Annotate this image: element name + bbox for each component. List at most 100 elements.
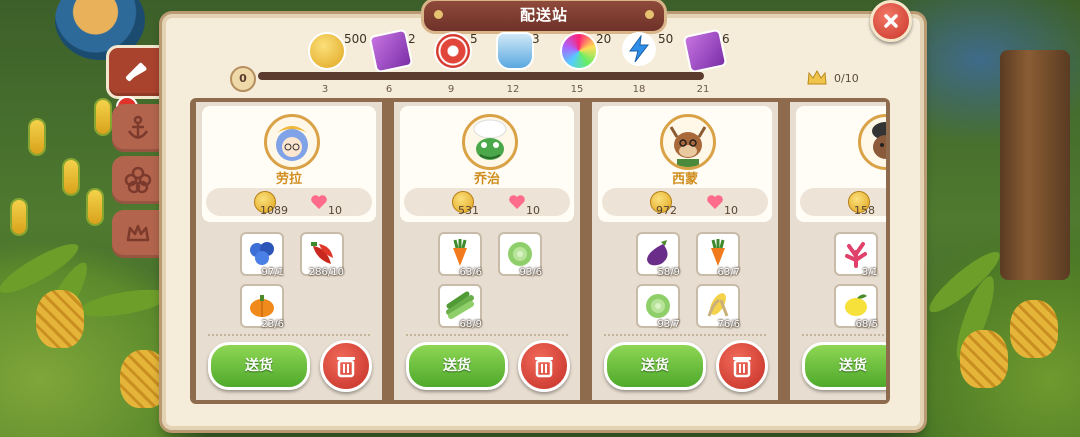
send-button[interactable]: 送货 <box>208 342 310 390</box>
order-item[interactable]: 63/7 <box>696 232 740 278</box>
machine-structure <box>1000 50 1070 280</box>
delete-button[interactable] <box>320 340 372 392</box>
reward-ticket[interactable]: 6 <box>682 28 730 74</box>
purple-ticket-icon <box>368 28 414 74</box>
reward-potion[interactable]: 3 <box>496 32 540 70</box>
customer-name: 乔治 <box>473 172 500 187</box>
customer-rewards: 531 10 <box>404 188 570 217</box>
customer-name: 劳拉 <box>275 172 302 187</box>
customer-list[interactable]: 劳拉 1089 10 97/1 286/10 23/6 送货 乔治 531 10… <box>190 98 886 404</box>
item-quantity: 93/7 <box>657 319 680 330</box>
tick-label: 6 <box>385 84 393 95</box>
customer-header: 劳拉 1089 10 <box>202 106 376 222</box>
crown-progress: 0/10 <box>806 70 859 86</box>
item-quantity: 58/9 <box>657 267 680 278</box>
item-quantity: 97/1 <box>261 267 284 278</box>
bok-choy-icon <box>446 291 474 319</box>
order-item[interactable]: 76/6 <box>696 284 740 330</box>
reward-chip[interactable]: 5 <box>434 32 478 70</box>
avatar <box>462 114 518 170</box>
progress-start-badge: 0 <box>230 66 256 92</box>
send-button[interactable]: 送货 <box>802 342 886 390</box>
order-item[interactable]: 23/6 <box>240 284 284 330</box>
trash-icon <box>535 357 553 378</box>
tab-delivery[interactable] <box>106 45 168 99</box>
corn-plant <box>64 160 78 194</box>
rainbow-orb-icon <box>560 32 598 70</box>
divider <box>208 334 370 336</box>
corn-plant <box>12 200 26 234</box>
crown-progress-text: 0/10 <box>834 71 859 85</box>
corn-plant <box>88 190 102 224</box>
reward-orb[interactable]: 20 <box>560 32 611 70</box>
avatar <box>264 114 320 170</box>
order-item[interactable]: 286/10 <box>300 232 344 278</box>
pumpkin-icon <box>250 295 274 317</box>
item-quantity: 23/6 <box>261 319 284 330</box>
reward-count: 50 <box>658 32 674 46</box>
lemon-icon <box>845 294 867 316</box>
item-quantity: 76/6 <box>717 319 740 330</box>
order-item[interactable]: 58/9 <box>636 232 680 278</box>
customer-card: 劳拉 1089 10 97/1 286/10 23/6 送货 <box>196 102 382 400</box>
avatar <box>858 114 886 170</box>
close-button[interactable] <box>870 0 912 42</box>
divider <box>604 334 766 336</box>
reward-gold-coin[interactable]: 500 <box>308 32 367 70</box>
potion-bottle-icon <box>496 32 534 70</box>
tab-anchor[interactable] <box>112 104 164 152</box>
coin-reward: 531 <box>458 204 479 217</box>
eggplant-icon <box>647 240 668 266</box>
order-item[interactable]: 68/9 <box>438 284 482 330</box>
tab-crown[interactable] <box>112 210 164 258</box>
send-button[interactable]: 送货 <box>406 342 508 390</box>
order-item[interactable]: 63/6 <box>438 232 482 278</box>
order-item[interactable]: 93/7 <box>636 284 680 330</box>
tab-flower[interactable] <box>112 156 164 204</box>
corn-plant <box>30 120 44 154</box>
cabbage-icon <box>646 294 670 318</box>
divider <box>802 334 886 336</box>
crown-icon <box>126 224 150 242</box>
order-item[interactable]: 97/1 <box>240 232 284 278</box>
tick-label: 12 <box>506 84 520 95</box>
pineapple <box>120 350 168 408</box>
trash-icon <box>337 357 355 378</box>
heart-icon <box>311 195 327 209</box>
delete-button[interactable] <box>518 340 570 392</box>
item-quantity: 286/10 <box>308 267 344 278</box>
item-quantity: 63/6 <box>459 267 482 278</box>
customer-card: 乔治 531 10 63/6 93/6 68/9 送货 <box>394 102 580 400</box>
chili-pepper-icon <box>311 242 333 264</box>
reward-count: 500 <box>344 32 367 46</box>
cabbage-icon <box>508 242 532 266</box>
order-item[interactable]: 93/6 <box>498 232 542 278</box>
divider <box>406 334 568 336</box>
reward-ticket[interactable]: 2 <box>368 28 416 74</box>
nail-decoration <box>645 10 654 19</box>
carrot-icon <box>453 239 467 266</box>
corn-icon <box>707 293 729 317</box>
reward-count: 6 <box>722 32 730 46</box>
corn-plant <box>96 100 110 134</box>
order-item[interactable]: 3/1 <box>834 232 878 278</box>
heart-icon <box>707 195 723 209</box>
heart-reward: 10 <box>526 204 540 217</box>
close-icon <box>884 14 898 28</box>
reward-count: 3 <box>532 32 540 46</box>
delete-button[interactable] <box>716 340 768 392</box>
reward-count: 20 <box>596 32 612 46</box>
flower-icon <box>124 166 152 194</box>
coin-reward: 1089 <box>260 204 288 217</box>
customer-header: 乔治 531 10 <box>400 106 574 222</box>
send-button[interactable]: 送货 <box>604 342 706 390</box>
tick-label: 15 <box>570 84 584 95</box>
reward-energy[interactable]: 50 <box>622 32 673 68</box>
item-quantity: 68/5 <box>855 319 878 330</box>
lightning-icon <box>622 32 656 66</box>
coral-icon <box>845 242 867 268</box>
order-item[interactable]: 68/5 <box>834 284 878 330</box>
pineapple <box>1010 300 1058 358</box>
item-quantity: 68/9 <box>459 319 482 330</box>
customer-card: 158 3/1 68/5 送货 <box>790 102 886 400</box>
